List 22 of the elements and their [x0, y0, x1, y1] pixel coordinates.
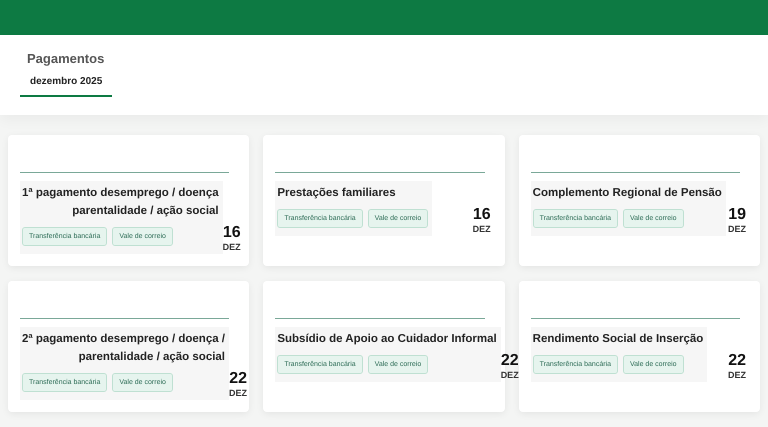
payment-month: DEZ: [728, 224, 746, 234]
payment-day: 16: [222, 224, 241, 242]
payment-title: Prestações familiares: [277, 187, 396, 199]
payment-day: 22: [728, 352, 746, 370]
page-title: Pagamentos: [26, 51, 106, 66]
payment-title: Rendimento Social de Inserção: [532, 333, 704, 345]
payment-title: 2ª pagamento desemprego / doença /: [22, 333, 226, 345]
payment-month: DEZ: [229, 388, 248, 398]
payment-month: DEZ: [222, 242, 241, 252]
payment-day: 22: [500, 352, 519, 370]
payment-month: DEZ: [728, 370, 746, 380]
payment-day: 22: [229, 370, 248, 388]
payment-title: parentalidade / ação social: [78, 351, 226, 363]
payment-title: parentalidade / ação social: [72, 205, 219, 217]
month-tab[interactable]: dezembro 2025: [20, 72, 112, 97]
payment-month: DEZ: [500, 370, 519, 380]
payment-day: 19: [728, 206, 746, 224]
payment-day: 16: [472, 206, 491, 224]
payment-title: Complemento Regional de Pensão: [532, 187, 722, 199]
payment-month: DEZ: [472, 224, 491, 234]
payment-title: Subsídio de Apoio ao Cuidador Informal: [277, 333, 497, 345]
payment-title: 1ª pagamento desemprego / doença: [22, 187, 219, 199]
